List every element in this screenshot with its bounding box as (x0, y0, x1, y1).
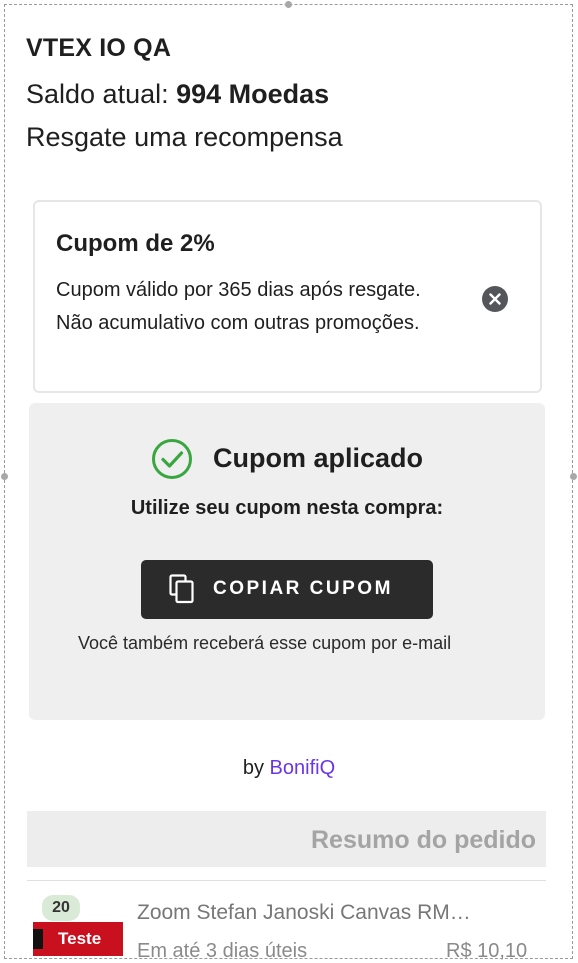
product-name[interactable]: Zoom Stefan Janoski Canvas RM… (137, 901, 471, 925)
coupon-applied-title: Cupom aplicado (213, 443, 424, 473)
copy-coupon-label: COPIAR CUPOM (213, 578, 393, 599)
store-name: VTEX IO QA (26, 34, 172, 62)
resize-handle-left[interactable] (1, 473, 8, 480)
check-circle-icon (152, 439, 192, 479)
order-summary-title: Resumo do pedido (311, 826, 536, 854)
close-icon[interactable] (482, 286, 508, 312)
reward-card: Cupom de 2% Cupom válido por 365 dias ap… (33, 200, 542, 393)
resize-handle-right[interactable] (570, 473, 577, 480)
reward-title: Cupom de 2% (56, 230, 215, 257)
coupon-applied-panel: Cupom aplicado Utilize seu cupom nesta c… (29, 403, 545, 720)
powered-by: by BonifiQ (0, 757, 578, 780)
bonifiq-link[interactable]: BonifiQ (270, 757, 336, 779)
quantity-badge: 20 (40, 893, 82, 923)
divider (27, 880, 546, 881)
copy-coupon-button[interactable]: COPIAR CUPOM (141, 560, 433, 619)
promo-tag: Teste (33, 922, 123, 956)
email-note: Você também receberá esse cupom por e-ma… (78, 633, 452, 653)
powered-by-prefix: by (242, 757, 264, 779)
balance-value: 994 Moedas (176, 79, 330, 109)
use-coupon-instruction: Utilize seu cupom nesta compra: (130, 497, 444, 519)
order-summary-header[interactable]: Resumo do pedido (27, 811, 546, 867)
balance-line: Saldo atual: 994 Moedas (26, 79, 329, 110)
copy-icon (169, 574, 194, 604)
page-subtitle: Resgate uma recompensa (26, 122, 343, 152)
resize-handle-top[interactable] (285, 1, 292, 8)
balance-label: Saldo atual: (26, 79, 169, 109)
reward-description: Cupom válido por 365 dias após resgate. … (56, 279, 421, 334)
